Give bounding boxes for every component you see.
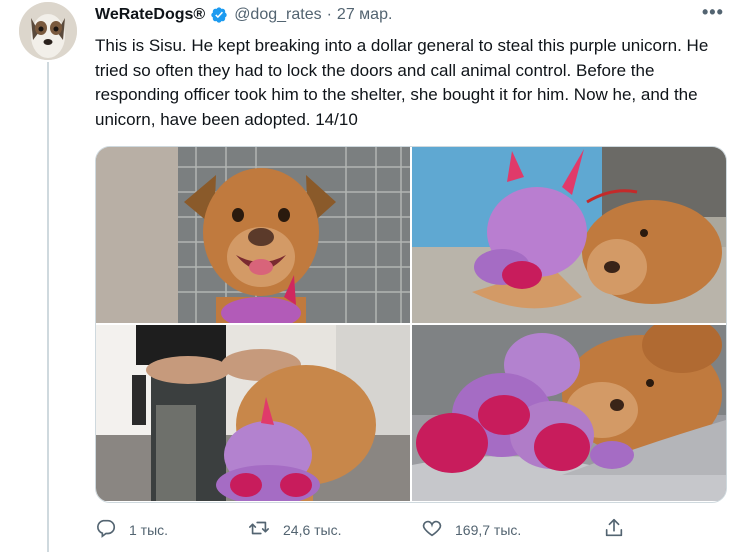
thread-line [47, 62, 49, 552]
share-button[interactable] [603, 517, 625, 542]
photo-dog-with-officer[interactable] [96, 325, 410, 501]
reply-icon [95, 517, 117, 542]
retweet-count: 24,6 тыс. [283, 521, 342, 538]
author-name[interactable]: WeRateDogs® [95, 6, 205, 24]
avatar[interactable] [19, 2, 77, 60]
separator-dot: · [326, 6, 332, 23]
photo-dog-lying-with-unicorn[interactable] [412, 147, 726, 323]
like-button[interactable]: 169,7 тыс. [421, 517, 521, 542]
author-handle[interactable]: @dog_rates [234, 6, 321, 24]
retweet-icon [247, 517, 271, 542]
photo-closeup-unicorn-blanket[interactable] [412, 325, 726, 501]
retweet-button[interactable]: 24,6 тыс. [247, 517, 342, 542]
tweet-header: WeRateDogs® @dog_rates · 27 мар. [95, 4, 392, 26]
like-icon [421, 517, 443, 542]
tweet-date[interactable]: 27 мар. [337, 6, 392, 24]
media-grid [95, 146, 727, 503]
like-count: 169,7 тыс. [455, 521, 522, 538]
more-glyph: ••• [702, 2, 724, 22]
share-icon [603, 517, 625, 542]
tweet-text: This is Sisu. He kept breaking into a do… [95, 36, 709, 129]
photo-dog-smiling[interactable] [96, 147, 410, 323]
dog-avatar-image [19, 2, 77, 60]
tweet-actions: 1 тыс. 24,6 тыс. 169,7 тыс. [95, 517, 735, 543]
reply-count: 1 тыс. [129, 521, 169, 538]
reply-button[interactable]: 1 тыс. [95, 517, 168, 542]
more-icon[interactable]: ••• [702, 2, 724, 23]
verified-badge-icon [210, 6, 228, 24]
